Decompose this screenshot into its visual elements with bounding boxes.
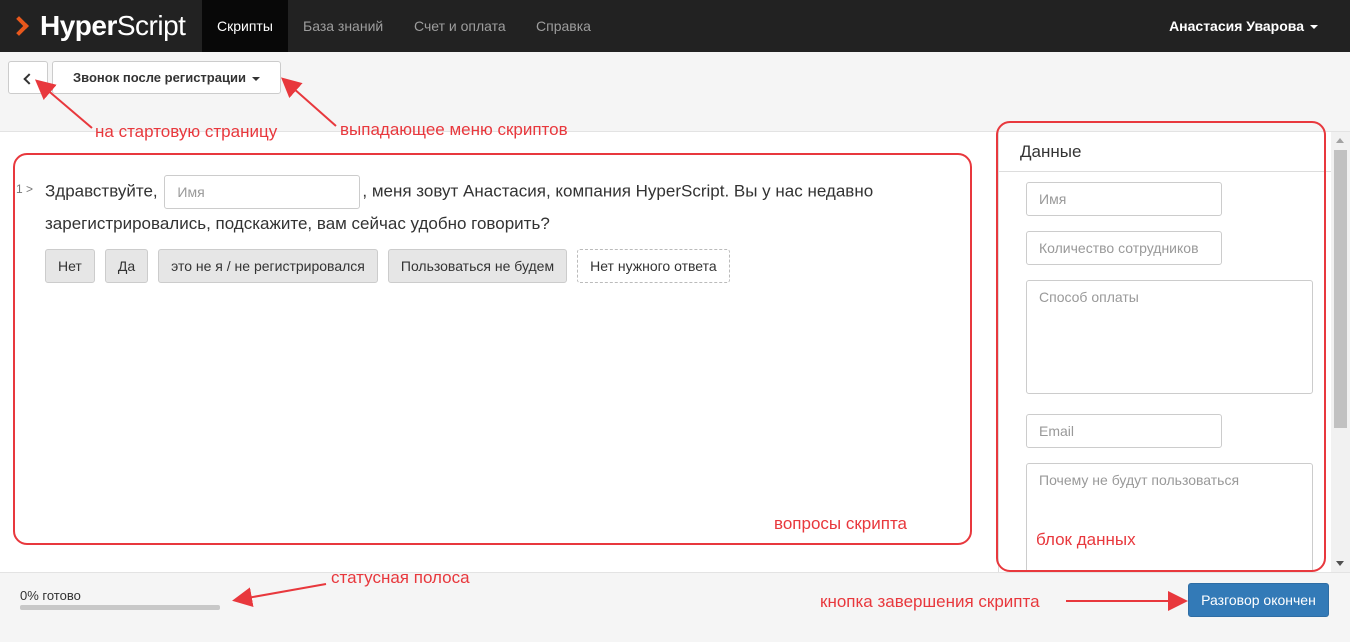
annotation-box-data <box>996 121 1326 572</box>
script-toolbar: Звонок после регистрации <box>0 52 1350 132</box>
nav-item-knowledge-base[interactable]: База знаний <box>303 0 383 52</box>
nav-item-scripts[interactable]: Скрипты <box>202 0 288 52</box>
scroll-up-icon[interactable] <box>1336 138 1344 143</box>
status-bar: 0% готово Разговор окончен <box>0 572 1350 642</box>
progress-bar <box>20 605 220 610</box>
user-menu[interactable]: Анастасия Уварова <box>1169 0 1318 52</box>
scroll-down-icon[interactable] <box>1336 561 1344 566</box>
annotation-data-block: блок данных <box>1036 530 1136 549</box>
nav-item-help[interactable]: Справка <box>536 0 591 52</box>
annotation-finish-button: кнопка завершения скрипта <box>820 592 1040 611</box>
brand-logo[interactable]: HyperScript <box>9 9 186 43</box>
data-panel-scrollbar[interactable] <box>1331 132 1350 572</box>
annotation-dropdown: выпадающее меню скриптов <box>340 120 568 139</box>
brand-chevron-icon <box>9 16 29 36</box>
scroll-thumb[interactable] <box>1334 150 1347 428</box>
chevron-left-icon <box>23 73 35 85</box>
script-selector-label: Звонок после регистрации <box>73 70 246 85</box>
end-call-button[interactable]: Разговор окончен <box>1188 583 1329 617</box>
annotation-home: на стартовую страницу <box>95 122 278 141</box>
annotation-status-bar: статусная полоса <box>331 568 470 587</box>
back-button[interactable] <box>8 61 48 94</box>
annotation-box-questions <box>13 153 972 545</box>
brand-name-light: Script <box>116 10 186 41</box>
caret-down-icon <box>251 76 260 81</box>
brand-name-bold: Hyper <box>40 10 117 41</box>
user-name: Анастасия Уварова <box>1169 18 1304 34</box>
script-selector-dropdown[interactable]: Звонок после регистрации <box>52 61 281 94</box>
caret-down-icon <box>1310 25 1318 30</box>
progress-label: 0% готово <box>20 588 81 603</box>
annotation-questions: вопросы скрипта <box>774 514 907 533</box>
top-navbar: HyperScript Скрипты База знаний Счет и о… <box>0 0 1350 52</box>
nav-item-billing[interactable]: Счет и оплата <box>414 0 506 52</box>
